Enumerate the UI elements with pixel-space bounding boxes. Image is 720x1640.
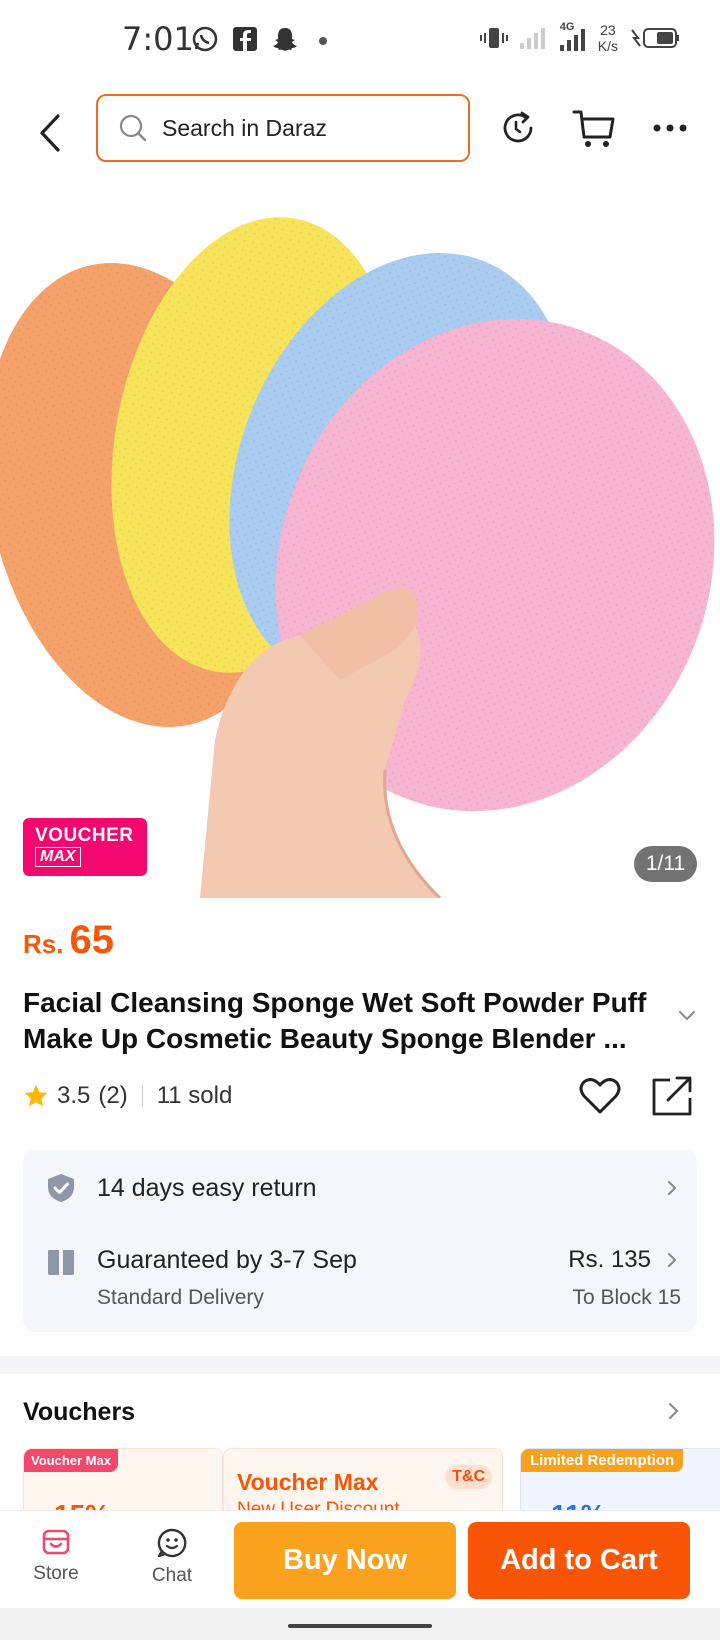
- chevron-right-icon: [668, 1181, 677, 1195]
- whatsapp-icon: [192, 26, 218, 52]
- buy-now-button[interactable]: Buy Now: [234, 1522, 456, 1599]
- home-indicator[interactable]: [288, 1624, 432, 1628]
- voucher-badge-line2: MAX: [35, 847, 81, 867]
- image-counter: 1/11: [634, 846, 697, 882]
- facebook-icon: [233, 27, 257, 51]
- chat-button[interactable]: Chat: [137, 1527, 207, 1587]
- voucher-max-badge: VOUCHER MAX: [23, 818, 147, 876]
- product-price: Rs. 65: [23, 918, 114, 963]
- status-time: 7:01: [122, 20, 194, 58]
- net-speed-unit: K/s: [597, 38, 618, 54]
- store-button[interactable]: Store: [21, 1527, 91, 1585]
- voucher-tag: Limited Redemption: [521, 1449, 684, 1472]
- terms-conditions-button[interactable]: T&C: [445, 1465, 492, 1489]
- rating-row[interactable]: 3.5 (2) 11 sold: [23, 1078, 232, 1114]
- delivery-estimate: Guaranteed by 3-7 Sep: [97, 1246, 357, 1274]
- voucher-name: Voucher Max: [237, 1469, 379, 1495]
- share-button[interactable]: [650, 1074, 694, 1118]
- vibrate-icon: [479, 28, 508, 48]
- product-photo: [0, 217, 715, 898]
- return-policy-label: 14 days easy return: [97, 1174, 317, 1202]
- add-to-cart-button[interactable]: Add to Cart: [468, 1522, 690, 1599]
- store-icon: [42, 1529, 70, 1555]
- search-input[interactable]: Search in Daraz: [96, 94, 470, 162]
- vouchers-heading[interactable]: Vouchers: [23, 1398, 135, 1427]
- voucher-card[interactable]: Voucher Max 15%: [23, 1448, 223, 1510]
- voucher-badge-line1: VOUCHER: [35, 825, 134, 846]
- signal-weak-icon: [519, 28, 545, 49]
- product-image-gallery[interactable]: [0, 180, 720, 898]
- sold-count: 11 sold: [156, 1082, 233, 1109]
- chevron-right-icon: [668, 1253, 677, 1267]
- voucher-discount: 11%: [551, 1499, 606, 1510]
- notification-dot-icon: [319, 37, 327, 45]
- product-title[interactable]: Facial Cleansing Sponge Wet Soft Powder …: [23, 985, 683, 1057]
- price-currency: Rs.: [23, 929, 64, 959]
- wishlist-button[interactable]: [578, 1074, 622, 1118]
- return-policy-row[interactable]: 14 days easy return: [23, 1150, 697, 1226]
- back-button[interactable]: [30, 110, 70, 156]
- chat-smile-icon: [157, 1528, 187, 1558]
- signal-4g-icon: 4G: [558, 21, 588, 53]
- voucher-card[interactable]: Voucher Max T&C New User Discount: [223, 1448, 503, 1510]
- bottom-action-bar: Store Chat Buy Now Add to Cart: [0, 1510, 720, 1608]
- battery-charging-icon: [631, 28, 679, 48]
- search-placeholder: Search in Daraz: [162, 114, 327, 141]
- package-icon: [48, 1250, 74, 1275]
- delivery-location: To Block 15: [572, 1286, 681, 1309]
- delivery-row[interactable]: Guaranteed by 3-7 Sep Standard Delivery …: [23, 1226, 697, 1332]
- rating-value: 3.5: [57, 1082, 91, 1109]
- net-speed-value: 23: [600, 22, 616, 38]
- rating-divider: [141, 1085, 143, 1107]
- status-right-group: 4G 23 K/s: [479, 21, 680, 54]
- voucher-tag: Voucher Max: [24, 1449, 118, 1472]
- voucher-carousel[interactable]: Voucher Max 15% Voucher Max T&C New User…: [23, 1448, 720, 1510]
- snapchat-icon: [273, 28, 297, 51]
- voucher-card[interactable]: Limited Redemption 11%: [520, 1448, 720, 1510]
- system-nav-area: [0, 1608, 720, 1640]
- shopping-cart-icon: [572, 110, 615, 147]
- more-horizontal-icon: [653, 124, 687, 132]
- voucher-subtitle: New User Discount: [237, 1499, 400, 1510]
- chevron-down-icon[interactable]: [678, 1010, 696, 1022]
- chat-label: Chat: [151, 1565, 193, 1586]
- store-label: Store: [33, 1563, 79, 1584]
- search-icon: [119, 114, 147, 142]
- status-bar: 7:01 4G 23 K/s: [0, 0, 720, 80]
- history-button[interactable]: [496, 106, 540, 150]
- top-header: Search in Daraz: [0, 80, 720, 180]
- chevron-left-icon: [40, 114, 60, 152]
- refresh-clock-icon: [503, 111, 533, 143]
- cart-button[interactable]: [572, 106, 616, 150]
- share-icon: [652, 1076, 692, 1116]
- shield-check-icon: [48, 1174, 74, 1202]
- section-divider: [0, 1356, 720, 1374]
- star-icon: [24, 1084, 48, 1107]
- chevron-right-icon[interactable]: [668, 1402, 680, 1420]
- voucher-discount: 15%: [54, 1499, 110, 1510]
- delivery-price: Rs. 135: [568, 1246, 651, 1273]
- delivery-type: Standard Delivery: [97, 1286, 264, 1309]
- rating-count: (2): [98, 1082, 128, 1109]
- service-card: 14 days easy return Guaranteed by 3-7 Se…: [23, 1150, 697, 1332]
- more-options-button[interactable]: [648, 106, 692, 150]
- price-amount: 65: [69, 918, 114, 962]
- net-speed: 23 K/s: [598, 22, 618, 54]
- heart-icon: [579, 1078, 621, 1114]
